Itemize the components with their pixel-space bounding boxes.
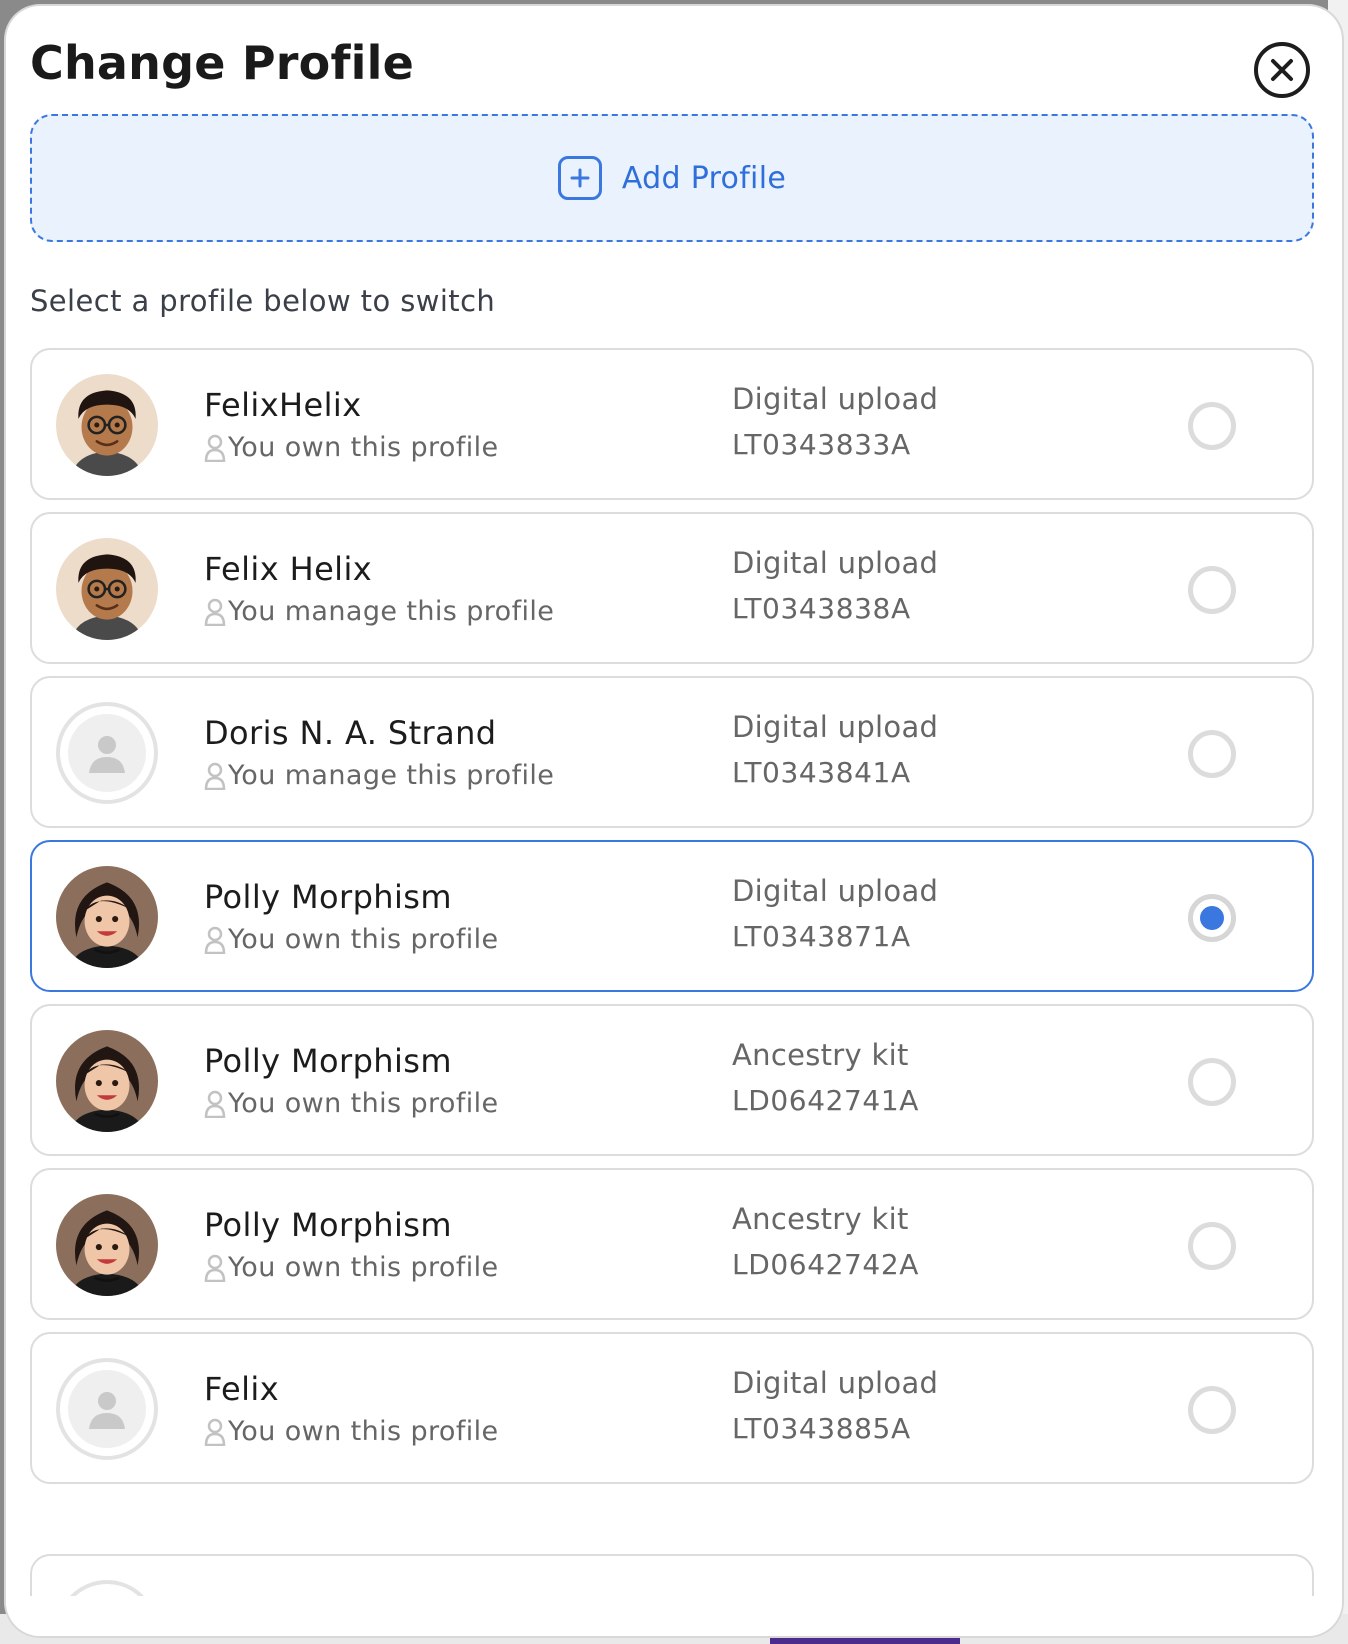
profile-radio[interactable]: [1188, 1222, 1236, 1270]
profile-role-text: You manage this profile: [228, 760, 555, 791]
profile-name: FelixHelix: [204, 386, 362, 424]
kit-code: LT0343885A: [732, 1412, 911, 1445]
profile-radio[interactable]: [1188, 1386, 1236, 1434]
person-icon: [204, 1418, 226, 1446]
profile-card[interactable]: FelixHelix You own this profile Digital up…: [30, 348, 1314, 500]
profile-name: Felix Helix: [204, 550, 373, 588]
profile-name: Polly Morphism: [204, 1206, 452, 1244]
avatar: [56, 866, 158, 968]
person-icon: [204, 926, 226, 954]
switch-hint: Select a profile below to switch: [30, 284, 496, 318]
profile-name: Doris N. A. Strand: [204, 714, 497, 752]
avatar: [56, 702, 158, 804]
kit-code: LT0343871A: [732, 920, 911, 953]
avatar: [56, 538, 158, 640]
close-icon: [1271, 59, 1293, 81]
profile-role: You own this profile: [204, 432, 499, 463]
avatar: [56, 1358, 158, 1460]
change-profile-modal: Change Profile Add Profile Select a prof…: [6, 6, 1342, 1636]
profile-role: You own this profile: [204, 1088, 499, 1119]
kit-code: LD0642742A: [732, 1248, 920, 1281]
profile-radio[interactable]: [1188, 730, 1236, 778]
profile-card[interactable]: Polly Morphism You own this profile Digita…: [30, 840, 1314, 992]
profile-role-text: You own this profile: [228, 924, 499, 955]
avatar: [56, 1030, 158, 1132]
kit-type: Ancestry kit: [732, 1038, 909, 1072]
kit-type: Digital upload: [732, 1366, 939, 1400]
person-icon: [204, 434, 226, 462]
profile-role: You manage this profile: [204, 760, 554, 791]
profile-radio[interactable]: [1188, 566, 1236, 614]
user-placeholder-icon: [89, 1392, 125, 1429]
profile-role: You own this profile: [204, 924, 499, 955]
profile-card[interactable]: Felix You own this profile Digital upload L…: [30, 1332, 1314, 1484]
kit-type: Digital upload: [732, 710, 939, 744]
profile-role-text: You own this profile: [228, 1416, 499, 1447]
profile-role-text: You manage this profile: [228, 596, 555, 627]
add-profile-label: Add Profile: [621, 160, 787, 196]
person-icon: [204, 1090, 226, 1118]
add-profile-button[interactable]: Add Profile: [30, 114, 1314, 242]
kit-code: LT0343838A: [732, 592, 911, 625]
kit-code: LT0343833A: [732, 428, 911, 461]
profile-radio[interactable]: [1188, 894, 1236, 942]
profile-name: Polly Morphism: [204, 878, 452, 916]
profile-name: Polly Morphism: [204, 1042, 452, 1080]
kit-type: Ancestry kit: [732, 1202, 909, 1236]
kit-type: Digital upload: [732, 874, 939, 908]
kit-code: LD0642741A: [732, 1084, 920, 1117]
profile-card[interactable]: Polly Morphism You own this profile Ancest…: [30, 1168, 1314, 1320]
profile-radio[interactable]: [1188, 402, 1236, 450]
modal-title: Change Profile: [30, 36, 414, 90]
profile-role-text: You own this profile: [228, 432, 499, 463]
profile-role-text: You own this profile: [228, 1088, 499, 1119]
profile-card[interactable]: Doris N. A. Strand You manage this profil…: [30, 676, 1314, 828]
profile-card[interactable]: Polly Morphism You own this profile Ancest…: [30, 1004, 1314, 1156]
person-icon: [204, 598, 226, 626]
kit-code: LT0343841A: [732, 756, 911, 789]
profile-role: You own this profile: [204, 1252, 499, 1283]
profile-radio[interactable]: [1188, 1058, 1236, 1106]
avatar: [56, 374, 158, 476]
plus-square-icon: [557, 156, 602, 200]
list-fade: [6, 1596, 1342, 1636]
avatar: [56, 1194, 158, 1296]
user-placeholder-icon: [89, 736, 125, 773]
profile-name: Felix: [204, 1370, 280, 1408]
profile-role-text: You own this profile: [228, 1252, 499, 1283]
profile-role: You manage this profile: [204, 596, 554, 627]
kit-type: Digital upload: [732, 382, 939, 416]
person-icon: [204, 762, 226, 790]
profile-card[interactable]: Felix Helix You manage this profile Digita…: [30, 512, 1314, 664]
person-icon: [204, 1254, 226, 1282]
profile-role: You own this profile: [204, 1416, 499, 1447]
kit-type: Digital upload: [732, 546, 939, 580]
close-button[interactable]: [1254, 42, 1310, 98]
